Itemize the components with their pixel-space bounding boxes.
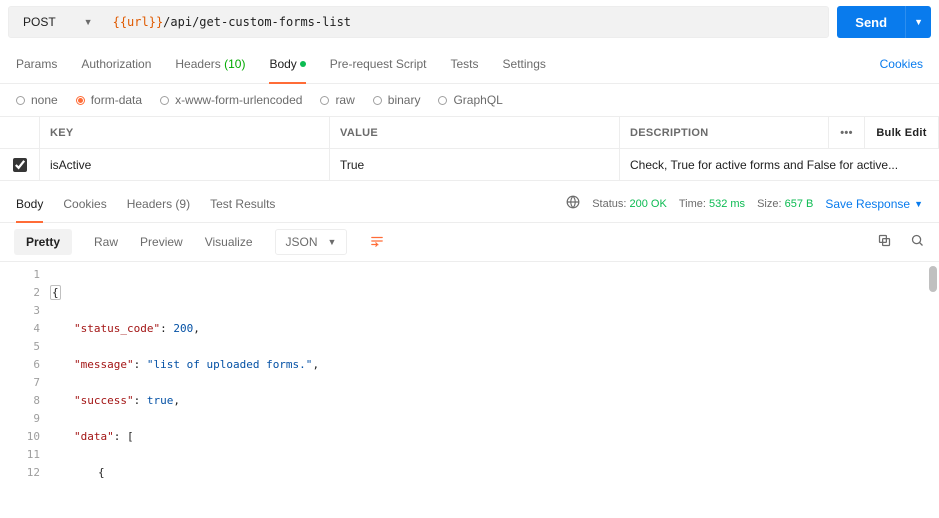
send-button[interactable]: Send xyxy=(837,6,905,38)
radio-form-data[interactable]: form-data xyxy=(76,93,142,107)
cookies-link[interactable]: Cookies xyxy=(880,57,923,71)
response-body-viewer[interactable]: 123456789101112 { "status_code": 200, "m… xyxy=(0,261,939,489)
row-checkbox[interactable] xyxy=(13,158,27,172)
send-group: Send ▼ xyxy=(837,6,931,38)
url-input[interactable]: {{url}}/api/get-custom-forms-list xyxy=(103,7,829,37)
http-method-select[interactable]: POST ▼ xyxy=(9,7,103,37)
save-response-button[interactable]: Save Response ▼ xyxy=(825,197,923,211)
scrollbar[interactable] xyxy=(929,266,937,292)
body-type-radios: none form-data x-www-form-urlencoded raw… xyxy=(0,84,939,116)
row-checkbox-cell xyxy=(0,149,40,180)
row-value[interactable]: True xyxy=(330,149,620,180)
search-icon[interactable] xyxy=(910,233,925,251)
wrap-lines-icon[interactable] xyxy=(369,234,385,251)
viewer-tab-preview[interactable]: Preview xyxy=(140,229,183,255)
col-description: DESCRIPTION xyxy=(620,117,829,148)
size-label: Size: 657 B xyxy=(757,198,813,210)
response-viewer-bar: Pretty Raw Preview Visualize JSON▼ xyxy=(0,223,939,261)
request-tabs: Params Authorization Headers (10) Body P… xyxy=(0,44,939,84)
tab-headers[interactable]: Headers (10) xyxy=(175,45,245,83)
table-row[interactable]: isActive True Check, True for active for… xyxy=(0,149,939,181)
form-data-table: KEY VALUE DESCRIPTION ••• Bulk Edit isAc… xyxy=(0,116,939,181)
status-label: Status: 200 OK xyxy=(592,198,667,210)
col-checkbox xyxy=(0,117,40,148)
viewer-tab-visualize[interactable]: Visualize xyxy=(205,229,253,255)
resp-tab-cookies[interactable]: Cookies xyxy=(63,186,106,222)
viewer-tab-raw[interactable]: Raw xyxy=(94,229,118,255)
resp-tab-headers[interactable]: Headers (9) xyxy=(127,186,190,222)
row-key[interactable]: isActive xyxy=(40,149,330,180)
tab-prerequest[interactable]: Pre-request Script xyxy=(330,45,427,83)
radio-urlencoded[interactable]: x-www-form-urlencoded xyxy=(160,93,302,107)
col-value: VALUE xyxy=(330,117,620,148)
time-label: Time: 532 ms xyxy=(679,198,745,210)
resp-tab-body[interactable]: Body xyxy=(16,186,43,222)
unsaved-dot-icon xyxy=(300,61,306,67)
tab-settings[interactable]: Settings xyxy=(503,45,546,83)
chevron-down-icon: ▼ xyxy=(84,17,93,27)
copy-icon[interactable] xyxy=(877,233,892,251)
method-url-container: POST ▼ {{url}}/api/get-custom-forms-list xyxy=(8,6,829,38)
response-format-select[interactable]: JSON▼ xyxy=(275,229,348,255)
http-method-value: POST xyxy=(23,15,56,29)
viewer-tab-pretty[interactable]: Pretty xyxy=(14,229,72,255)
globe-icon[interactable] xyxy=(566,195,580,212)
send-dropdown-button[interactable]: ▼ xyxy=(905,6,931,38)
bulk-edit-button[interactable]: Bulk Edit xyxy=(865,117,939,148)
url-variable: {{url}} xyxy=(113,15,164,29)
col-key: KEY xyxy=(40,117,330,148)
radio-graphql[interactable]: GraphQL xyxy=(438,93,502,107)
line-gutter: 123456789101112 xyxy=(0,262,50,489)
row-description[interactable]: Check, True for active forms and False f… xyxy=(620,149,939,180)
tab-body[interactable]: Body xyxy=(269,45,305,83)
col-more-button[interactable]: ••• xyxy=(829,117,865,148)
response-tabs: Body Cookies Headers (9) Test Results St… xyxy=(0,185,939,223)
code-content: { "status_code": 200, "message": "list o… xyxy=(50,262,939,489)
radio-binary[interactable]: binary xyxy=(373,93,421,107)
tab-tests[interactable]: Tests xyxy=(451,45,479,83)
tab-authorization[interactable]: Authorization xyxy=(81,45,151,83)
resp-tab-testresults[interactable]: Test Results xyxy=(210,186,275,222)
radio-raw[interactable]: raw xyxy=(320,93,354,107)
radio-none[interactable]: none xyxy=(16,93,58,107)
tab-params[interactable]: Params xyxy=(16,45,57,83)
url-path: /api/get-custom-forms-list xyxy=(163,15,351,29)
